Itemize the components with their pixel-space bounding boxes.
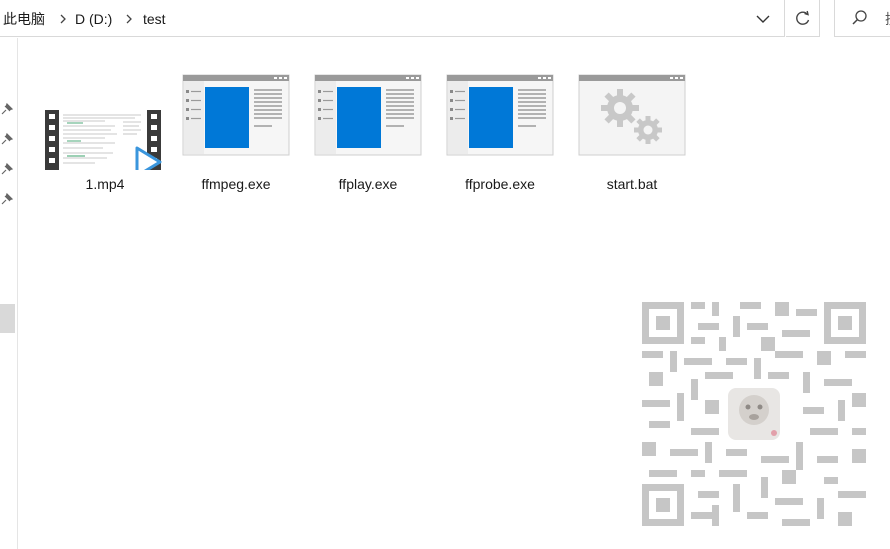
- exe-window-icon: [182, 74, 290, 156]
- file-item-ffplay-exe[interactable]: ffplay.exe: [308, 70, 428, 205]
- pin-icon[interactable]: [0, 192, 14, 206]
- address-bar[interactable]: 此电脑 D (D:) test: [0, 0, 785, 37]
- file-item-1-mp4[interactable]: 1.mp4: [45, 70, 165, 205]
- breadcrumb-this-pc[interactable]: 此电脑: [3, 10, 45, 28]
- file-name[interactable]: ffmpeg.exe: [176, 176, 296, 192]
- file-item-ffmpeg-exe[interactable]: ffmpeg.exe: [176, 70, 296, 205]
- nav-selected-item[interactable]: [0, 304, 15, 333]
- exe-window-icon: [314, 74, 422, 156]
- video-thumbnail-icon: [45, 110, 162, 170]
- search-placeholder: 搜: [885, 9, 890, 29]
- navigation-pane[interactable]: [0, 38, 18, 549]
- file-name[interactable]: ffprobe.exe: [440, 176, 560, 192]
- file-item-start-bat[interactable]: start.bat: [572, 70, 692, 205]
- pin-icon[interactable]: [0, 102, 14, 116]
- breadcrumb-drive-d[interactable]: D (D:): [75, 10, 112, 28]
- exe-window-icon: [446, 74, 554, 156]
- file-item-ffprobe-exe[interactable]: ffprobe.exe: [440, 70, 560, 205]
- chevron-right-icon[interactable]: [123, 10, 135, 28]
- file-name[interactable]: 1.mp4: [45, 176, 165, 192]
- refresh-icon: [796, 10, 810, 25]
- pin-icon[interactable]: [0, 162, 14, 176]
- chevron-right-icon[interactable]: [57, 10, 69, 28]
- refresh-button[interactable]: [786, 0, 820, 37]
- chevron-down-icon[interactable]: [752, 10, 774, 28]
- file-name[interactable]: ffplay.exe: [308, 176, 428, 192]
- search-box[interactable]: 搜: [834, 0, 890, 37]
- search-icon: [852, 10, 867, 25]
- pin-icon[interactable]: [0, 132, 14, 146]
- qr-code-watermark: [642, 302, 866, 526]
- breadcrumb-test[interactable]: test: [143, 10, 166, 28]
- file-name[interactable]: start.bat: [572, 176, 692, 192]
- batch-gears-icon: [578, 74, 686, 156]
